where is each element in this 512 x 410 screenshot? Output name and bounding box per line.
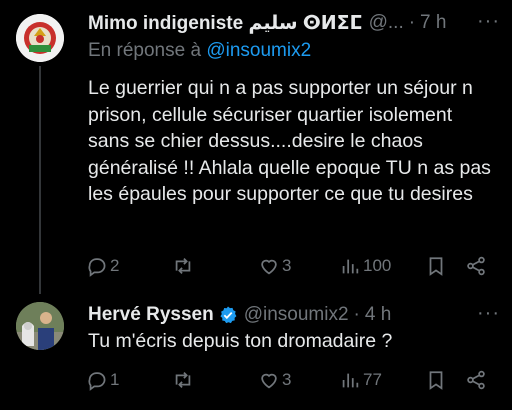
- bookmark-icon: [429, 257, 443, 276]
- tweet-actions: 1 3 77: [86, 368, 490, 392]
- tweet-2[interactable]: Hervé Ryssen @insoumix2 · 4 h ··· Tu m'é…: [0, 290, 512, 410]
- author-handle[interactable]: @insoumix2: [244, 304, 349, 326]
- author-handle[interactable]: @...: [369, 12, 404, 34]
- tweet-text: Le guerrier qui n a pas supporter un séj…: [88, 77, 491, 206]
- tweet-header: Hervé Ryssen @insoumix2 · 4 h: [88, 302, 500, 328]
- avatar-herve[interactable]: [16, 302, 64, 350]
- share-button[interactable]: [465, 254, 487, 278]
- reply-handle-link[interactable]: @insoumix2: [206, 40, 311, 61]
- more-options-icon[interactable]: ···: [477, 302, 500, 325]
- reply-button[interactable]: 2: [86, 254, 119, 278]
- reply-count: 2: [110, 256, 120, 275]
- author-name[interactable]: Mimo indigeniste سليم ⵙⵍⵉⵎ: [88, 12, 363, 35]
- views-icon: [342, 259, 359, 274]
- tweet-1[interactable]: Mimo indigeniste سليم ⵙⵍⵉⵎ @... · 7 h ··…: [0, 0, 512, 294]
- reply-prefix: En réponse à: [88, 40, 207, 61]
- like-count: 3: [282, 370, 292, 389]
- retweet-button[interactable]: [172, 368, 194, 392]
- separator-dot: ·: [408, 12, 416, 33]
- bookmark-icon: [429, 371, 443, 390]
- tweet-header: Mimo indigeniste سليم ⵙⵍⵉⵎ @... · 7 h: [88, 10, 500, 36]
- tweet-time[interactable]: 4 h: [365, 304, 391, 326]
- tweet-text: Tu m'écris depuis ton dromadaire ?: [88, 330, 393, 352]
- share-button[interactable]: [465, 368, 487, 392]
- heart-icon: [261, 259, 277, 275]
- avatar-emblem-icon: [16, 14, 64, 62]
- bookmark-button[interactable]: [425, 368, 447, 392]
- avatar-mimo[interactable]: [16, 14, 64, 62]
- verified-badge-icon: [220, 306, 237, 324]
- retweet-icon: [175, 258, 191, 274]
- bookmark-button[interactable]: [425, 254, 447, 278]
- views-button[interactable]: 100: [339, 254, 391, 278]
- retweet-icon: [175, 372, 191, 388]
- like-button[interactable]: 3: [258, 254, 291, 278]
- author-name[interactable]: Hervé Ryssen: [88, 304, 214, 326]
- avatar-photo-icon: [16, 302, 64, 350]
- like-button[interactable]: 3: [258, 368, 291, 392]
- reply-icon: [88, 372, 106, 391]
- tweet-time[interactable]: 7 h: [420, 12, 446, 34]
- views-count: 100: [363, 256, 392, 275]
- reply-button[interactable]: 1: [86, 368, 119, 392]
- views-button[interactable]: 77: [339, 368, 382, 392]
- share-icon: [467, 370, 485, 390]
- views-icon: [342, 373, 359, 388]
- reply-icon: [88, 258, 106, 277]
- reply-context: En réponse à @insoumix2: [88, 40, 311, 62]
- more-options-icon[interactable]: ···: [477, 10, 500, 33]
- share-icon: [467, 256, 485, 276]
- views-count: 77: [363, 370, 382, 389]
- reply-count: 1: [110, 370, 120, 389]
- separator-dot: ·: [353, 304, 360, 325]
- thread-line: [39, 66, 41, 294]
- tweet-actions: 2 3 100: [86, 254, 490, 278]
- like-count: 3: [282, 256, 292, 275]
- heart-icon: [261, 373, 277, 389]
- retweet-button[interactable]: [172, 254, 194, 278]
